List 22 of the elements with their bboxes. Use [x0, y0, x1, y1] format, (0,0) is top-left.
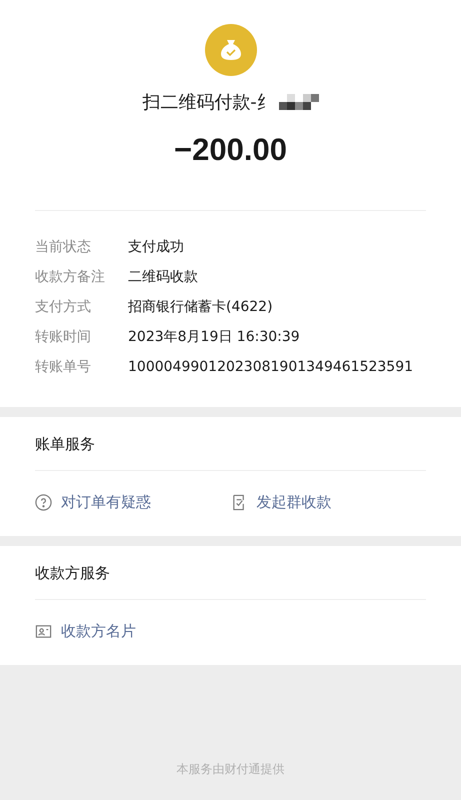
help-icon — [35, 494, 52, 511]
section-title: 账单服务 — [35, 434, 96, 455]
payment-title: 扫二维码付款-纟 — [142, 91, 275, 114]
detail-value: 二维码收款 — [128, 268, 198, 286]
detail-value: 招商银行储蓄卡(4622) — [128, 298, 273, 316]
service-link[interactable]: 发起群收款 — [230, 493, 426, 512]
redaction-mosaic — [278, 94, 319, 110]
service-link[interactable]: 收款方名片 — [35, 622, 243, 641]
detail-label: 当前状态 — [35, 238, 92, 256]
amount: −200.00 — [174, 132, 287, 168]
detail-value: 支付成功 — [128, 238, 184, 256]
detail-label: 转账单号 — [35, 358, 92, 376]
detail-value: 10000499012023081901349461523591 — [128, 359, 414, 375]
service-link[interactable]: 对订单有疑惑 — [35, 493, 230, 512]
detail-label: 支付方式 — [35, 298, 92, 316]
section-title: 收款方服务 — [35, 563, 111, 584]
detail-label: 转账时间 — [35, 328, 92, 346]
detail-value: 2023年8月19日 16:30:39 — [128, 328, 300, 346]
contact-card-icon — [35, 623, 52, 640]
money-bag-icon — [204, 24, 256, 76]
footer-note: 本服务由财付通提供 — [176, 761, 286, 778]
detail-label: 收款方备注 — [35, 268, 106, 286]
